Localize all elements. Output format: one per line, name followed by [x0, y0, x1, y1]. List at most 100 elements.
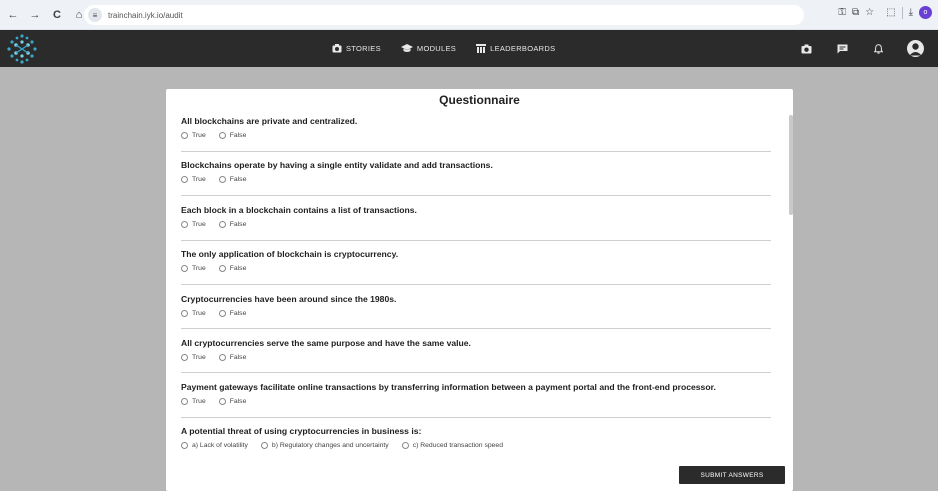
radio-button[interactable]: [218, 310, 226, 317]
option-b[interactable]: b) Regulatory changes and uncertainty: [260, 442, 389, 449]
option-label: True: [192, 221, 206, 228]
question-1: All blockchains are private and centrali…: [181, 116, 771, 139]
question-options: True False: [181, 398, 771, 405]
nav-leaderboards-label: LEADERBOARDS: [490, 44, 556, 53]
extensions-icon[interactable]: ⬚: [886, 7, 895, 18]
radio-button[interactable]: [181, 398, 188, 405]
radio-button[interactable]: [181, 310, 188, 317]
password-key-icon[interactable]: ⚿: [838, 7, 846, 18]
question-options: True False: [181, 354, 771, 361]
forward-icon[interactable]: →: [26, 6, 44, 24]
option-true[interactable]: True: [181, 221, 206, 228]
user-silhouette-icon: [909, 43, 922, 56]
option-label: True: [192, 176, 206, 183]
camera-icon[interactable]: [799, 42, 813, 56]
option-true[interactable]: True: [181, 176, 206, 183]
nav-stories-label: STORIES: [346, 44, 381, 53]
radio-button[interactable]: [218, 398, 226, 405]
option-a[interactable]: a) Lack of volatility: [181, 442, 248, 449]
radio-button[interactable]: [181, 442, 188, 449]
question-options: a) Lack of volatility b) Regulatory chan…: [181, 442, 771, 449]
stories-camera-icon: [332, 44, 342, 53]
nav-modules-label: MODULES: [416, 44, 457, 53]
radio-button[interactable]: [181, 132, 188, 139]
option-false[interactable]: False: [218, 310, 247, 317]
question-8: A potential threat of using cryptocurren…: [181, 426, 771, 449]
share-icon[interactable]: ⧉: [852, 7, 859, 18]
option-label: b) Regulatory changes and uncertainty: [271, 442, 389, 449]
scrollbar-thumb[interactable]: [789, 115, 793, 215]
app-header: STORIES MODULES LEADERBOARDS: [0, 30, 938, 67]
option-c[interactable]: c) Reduced transaction speed: [401, 442, 503, 449]
option-false[interactable]: False: [218, 221, 246, 228]
question-text: A potential threat of using cryptocurren…: [181, 426, 422, 436]
option-false[interactable]: False: [218, 354, 247, 361]
radio-button[interactable]: [218, 132, 226, 139]
option-label: True: [192, 398, 206, 405]
radio-button[interactable]: [218, 354, 226, 361]
question-7: Payment gateways facilitate online trans…: [181, 382, 771, 405]
download-icon[interactable]: ⤓: [909, 7, 913, 18]
bookmark-star-icon[interactable]: ☆: [865, 7, 874, 18]
option-true[interactable]: True: [181, 354, 206, 361]
question-divider: [181, 284, 771, 285]
leaderboard-icon: [476, 44, 487, 53]
reload-icon[interactable]: C: [48, 6, 66, 24]
user-avatar[interactable]: [907, 40, 924, 57]
nav-stories[interactable]: STORIES: [332, 44, 381, 53]
question-options: True False: [181, 265, 771, 272]
submit-answers-button[interactable]: SUBMIT ANSWERS: [679, 466, 785, 484]
browser-profile-avatar[interactable]: o: [919, 6, 932, 19]
radio-button[interactable]: [181, 221, 188, 228]
option-label: False: [229, 310, 247, 317]
option-label: False: [229, 176, 247, 183]
question-text: All cryptocurrencies serve the same purp…: [181, 338, 471, 348]
option-false[interactable]: False: [218, 132, 246, 139]
radio-button[interactable]: [218, 176, 226, 183]
option-label: False: [229, 265, 247, 272]
question-text: Cryptocurrencies have been around since …: [181, 294, 397, 304]
question-divider: [181, 372, 771, 373]
radio-button[interactable]: [181, 265, 188, 272]
nav-modules[interactable]: MODULES: [400, 44, 457, 53]
option-label: False: [229, 354, 247, 361]
option-label: c) Reduced transaction speed: [412, 442, 503, 449]
option-label: False: [229, 398, 247, 405]
question-divider: [181, 328, 771, 329]
option-true[interactable]: True: [181, 132, 206, 139]
question-divider: [181, 151, 771, 152]
main-nav: STORIES MODULES LEADERBOARDS: [332, 30, 555, 67]
option-false[interactable]: False: [218, 176, 247, 183]
radio-button[interactable]: [401, 442, 409, 449]
option-true[interactable]: True: [181, 398, 206, 405]
option-true[interactable]: True: [181, 310, 206, 317]
questionnaire-title: Questionnaire: [439, 93, 520, 107]
option-false[interactable]: False: [218, 265, 247, 272]
notification-bell-icon[interactable]: [871, 42, 885, 56]
option-true[interactable]: True: [181, 265, 206, 272]
question-text: Blockchains operate by having a single e…: [181, 160, 493, 170]
address-bar[interactable]: ≡ trainchain.iyk.io/audit: [84, 5, 804, 25]
nav-leaderboards[interactable]: LEADERBOARDS: [476, 44, 555, 53]
main-content: Questionnaire All blockchains are privat…: [0, 67, 938, 491]
question-options: True False: [181, 132, 771, 139]
chat-icon[interactable]: [835, 42, 849, 56]
back-icon[interactable]: ←: [4, 6, 22, 24]
radio-button[interactable]: [218, 265, 226, 272]
option-false[interactable]: False: [218, 398, 247, 405]
questionnaire-card: Questionnaire All blockchains are privat…: [166, 89, 793, 491]
question-5: Cryptocurrencies have been around since …: [181, 294, 771, 317]
radio-button[interactable]: [181, 354, 188, 361]
url-text: trainchain.iyk.io/audit: [108, 10, 183, 20]
question-2: Blockchains operate by having a single e…: [181, 160, 771, 183]
radio-button[interactable]: [218, 221, 226, 228]
radio-button[interactable]: [260, 442, 268, 449]
site-info-icon[interactable]: ≡: [88, 8, 102, 22]
brand-logo-icon[interactable]: [6, 33, 38, 65]
question-4: The only application of blockchain is cr…: [181, 249, 771, 272]
browser-toolbar: ← → C ⌂ ≡ trainchain.iyk.io/audit ⚿ ⧉ ☆ …: [0, 0, 938, 30]
question-options: True False: [181, 310, 771, 317]
question-text: Each block in a blockchain contains a li…: [181, 205, 417, 215]
radio-button[interactable]: [181, 176, 188, 183]
question-divider: [181, 240, 771, 241]
